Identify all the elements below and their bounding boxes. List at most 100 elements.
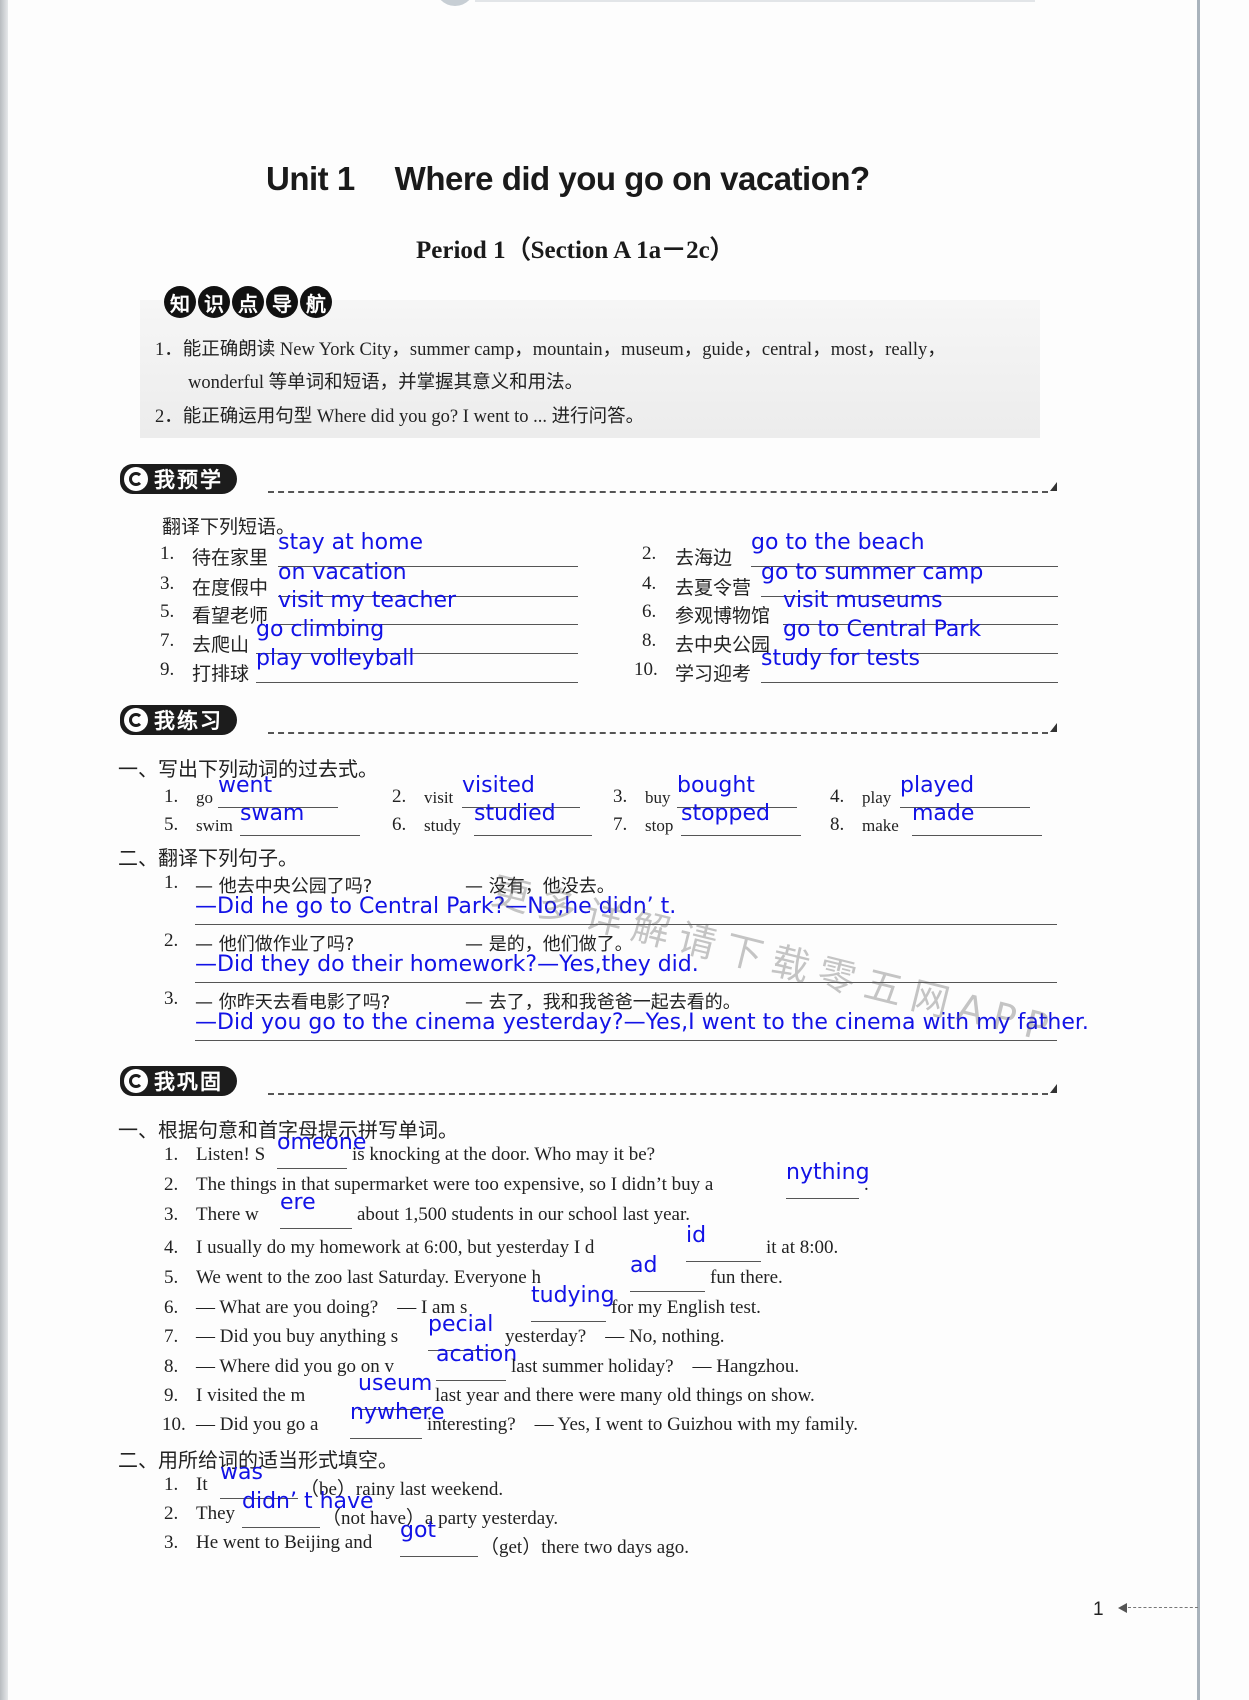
item-number: 8. xyxy=(830,814,845,835)
answer-line xyxy=(786,1198,859,1199)
answer-text[interactable]: go climbing xyxy=(256,617,384,642)
answer-text[interactable]: ad xyxy=(630,1253,657,1278)
answer-text[interactable]: nything xyxy=(786,1160,870,1185)
verb-word: play xyxy=(862,788,892,807)
item-number: 7. xyxy=(164,1326,179,1347)
answer-text[interactable]: id xyxy=(686,1223,706,1248)
item-number: 2. xyxy=(642,543,657,564)
answer-text[interactable]: visit my teacher xyxy=(278,588,456,613)
sentence-before: Listen! S xyxy=(196,1144,266,1165)
answer-line xyxy=(436,1380,506,1381)
answer-text[interactable]: on vacation xyxy=(278,560,407,585)
item-number: 7. xyxy=(613,814,628,835)
sentence-after: for my English test. xyxy=(611,1297,761,1318)
answer-text[interactable]: acation xyxy=(436,1342,517,1367)
item-number: 9. xyxy=(164,1385,179,1406)
item-prompt: 在度假中 xyxy=(192,577,269,599)
page-arrow-icon xyxy=(1118,1603,1127,1613)
divider-end-icon xyxy=(1050,482,1057,491)
unit-label: Unit 1 xyxy=(266,160,355,197)
item-number: 1. xyxy=(164,786,179,807)
divider-end-icon xyxy=(1050,723,1057,732)
verb-word: buy xyxy=(645,788,671,807)
item-number: 4. xyxy=(642,573,657,594)
answer-text[interactable]: stay at home xyxy=(278,530,423,555)
answer-line xyxy=(242,1527,320,1528)
item-number: 8. xyxy=(642,630,657,651)
sentence-after: it at 8:00. xyxy=(766,1237,839,1258)
page-dashed-line xyxy=(1128,1607,1198,1608)
item-number: 10. xyxy=(634,659,658,680)
answer-text[interactable]: go to Central Park xyxy=(783,617,981,642)
sentence-before: — Did you buy anything s xyxy=(196,1326,399,1347)
item-number: 4. xyxy=(830,786,845,807)
item-number: 2. xyxy=(164,1174,179,1195)
sentence-after: （get）there two days ago. xyxy=(480,1537,689,1558)
sentence-before: — Did you go a xyxy=(196,1414,319,1435)
answer-text[interactable]: stopped xyxy=(681,801,770,826)
item-number: 2. xyxy=(392,786,407,807)
item-number: 5. xyxy=(160,601,175,622)
verb-word: visit xyxy=(424,788,454,807)
item-number: 1. xyxy=(164,1144,179,1165)
answer-text[interactable]: visit museums xyxy=(783,588,943,613)
answer-text[interactable]: study for tests xyxy=(761,646,920,671)
sentence-before: They xyxy=(196,1503,236,1524)
answer-text[interactable]: —Did they do their homework?—Yes,they di… xyxy=(195,952,699,977)
page-top-tab xyxy=(435,0,475,6)
verb-word: swim xyxy=(196,816,233,835)
answer-text[interactable]: visited xyxy=(462,773,535,798)
page-number: 1 xyxy=(1093,1599,1104,1620)
section-logo-icon xyxy=(124,467,148,491)
item-number: 1. xyxy=(160,543,175,564)
answer-text[interactable]: play volleyball xyxy=(256,646,415,671)
sentence-before: I visited the m xyxy=(196,1385,306,1406)
sentence-after: about 1,500 students in our school last … xyxy=(357,1204,690,1225)
badge-char: 点 xyxy=(232,286,264,318)
item-number: 5. xyxy=(164,814,179,835)
answer-text[interactable]: went xyxy=(218,773,272,798)
dashed-divider xyxy=(268,732,1048,734)
page-right-edge xyxy=(1197,0,1200,1700)
knowledge-badge: 知 识 点 导 航 xyxy=(164,286,332,318)
answer-line xyxy=(280,1228,352,1229)
sentence-before: There w xyxy=(196,1204,259,1225)
answer-text[interactable]: studied xyxy=(474,801,556,826)
item-prompt: 学习迎考 xyxy=(675,663,752,685)
answer-text[interactable]: ere xyxy=(280,1190,316,1215)
section-title: 我练习 xyxy=(154,709,223,733)
answer-text[interactable]: pecial xyxy=(428,1312,493,1337)
answer-text[interactable]: go to summer camp xyxy=(761,560,983,585)
answer-line xyxy=(686,1261,761,1262)
answer-text[interactable]: made xyxy=(912,801,974,826)
answer-text[interactable]: tudying xyxy=(531,1283,615,1308)
item-prompt: 去海边 xyxy=(675,547,733,569)
verb-word: make xyxy=(862,816,899,835)
section-logo-icon xyxy=(124,708,148,732)
verb-word: study xyxy=(424,816,461,835)
unit-question: Where did you go on vacation? xyxy=(394,160,871,197)
item-number: 3. xyxy=(164,1532,179,1553)
answer-text[interactable]: played xyxy=(900,773,974,798)
answer-line xyxy=(681,835,801,836)
answer-line xyxy=(761,682,1058,683)
answer-line xyxy=(474,835,592,836)
item-number: 9. xyxy=(160,659,175,680)
sentence-before: — What are you doing? — I am s xyxy=(196,1297,468,1318)
answer-text[interactable]: useum xyxy=(358,1371,432,1396)
item-number: 2. xyxy=(164,930,179,951)
badge-char: 航 xyxy=(300,286,332,318)
answer-text[interactable]: bought xyxy=(677,773,755,798)
item-number: 2. xyxy=(164,1503,179,1524)
answer-text[interactable]: swam xyxy=(240,801,304,826)
knowledge-item: 1．能正确朗读 New York City，summer camp，mounta… xyxy=(155,340,946,360)
answer-line xyxy=(531,1321,606,1322)
page-left-edge xyxy=(0,0,8,1700)
answer-text[interactable]: go to the beach xyxy=(751,530,925,555)
answer-text[interactable]: got xyxy=(400,1518,436,1543)
item-number: 6. xyxy=(392,814,407,835)
answer-text[interactable]: was xyxy=(220,1460,263,1485)
item-number: 10. xyxy=(162,1414,186,1435)
sentence-before: I usually do my homework at 6:00, but ye… xyxy=(196,1237,595,1258)
section-header-practice: 我练习 xyxy=(120,705,237,735)
